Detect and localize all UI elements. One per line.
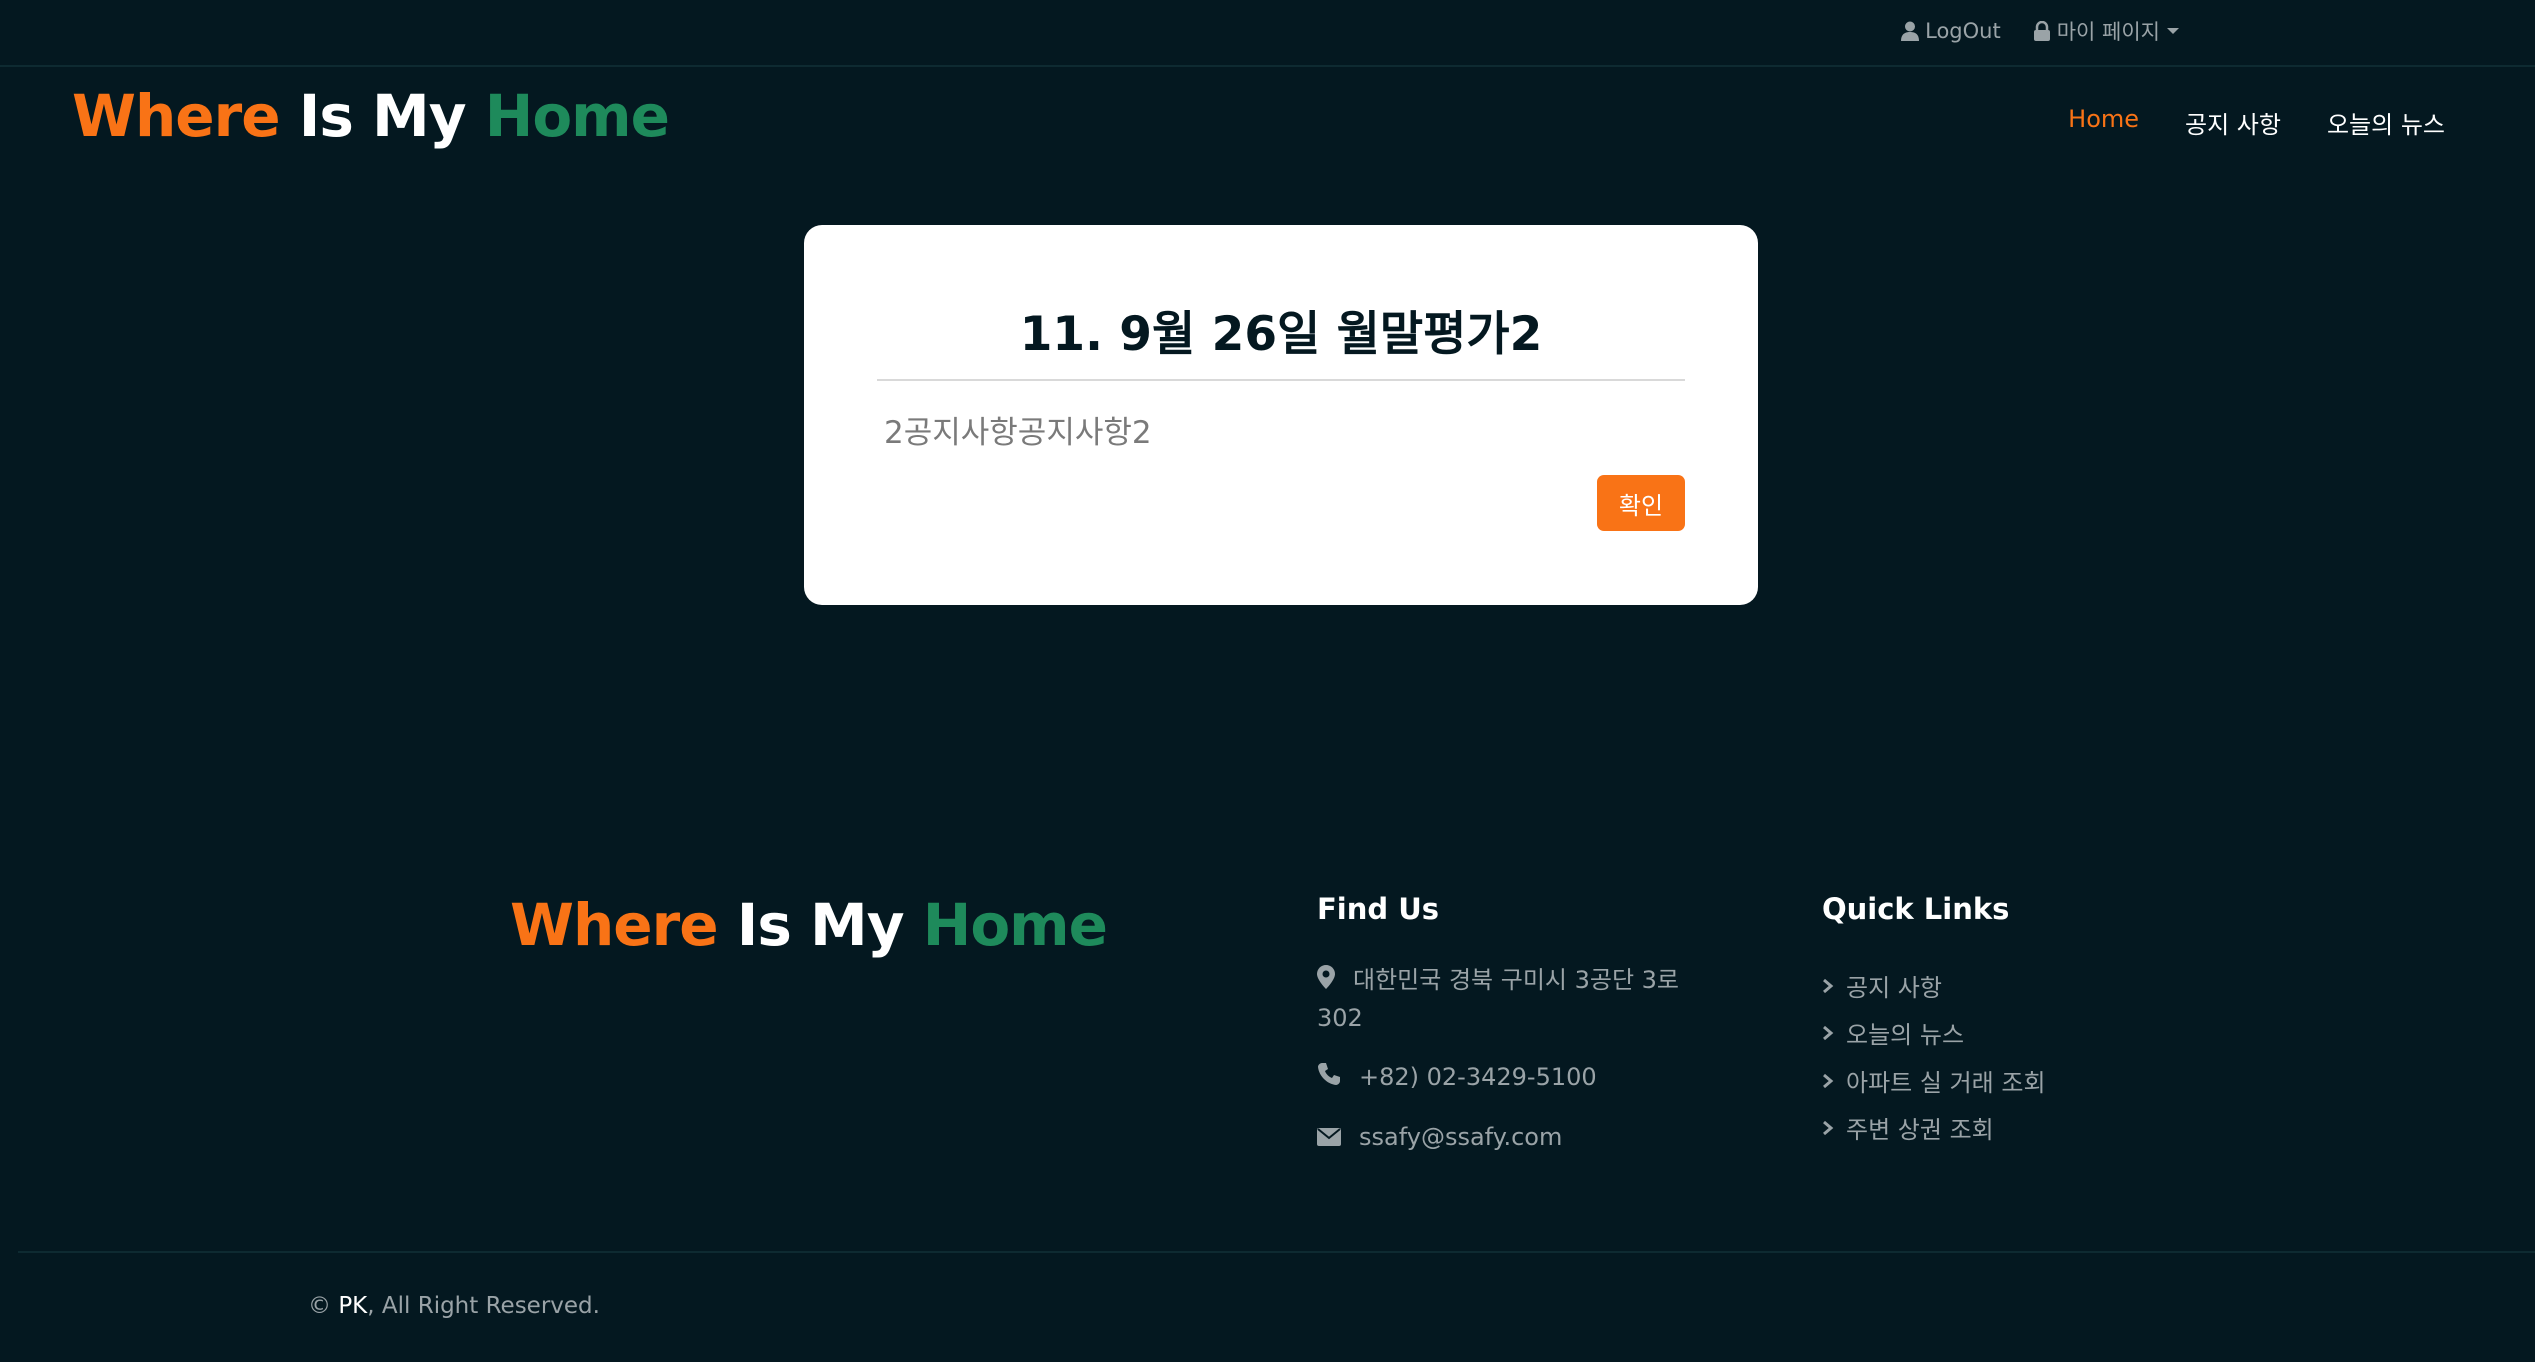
lock-icon: [2033, 21, 2051, 41]
quick-link-notice[interactable]: 공지 사항: [1822, 968, 1942, 1003]
nav-news[interactable]: 오늘의 뉴스: [2327, 105, 2445, 140]
notice-card: 11. 9월 26일 월말평가2 2공지사항공지사항2 확인: [804, 225, 1758, 605]
footer-address: 대한민국 경북 구미시 3공단 3로 302: [1317, 962, 1737, 1037]
quick-link-label: 공지 사항: [1846, 974, 1942, 1002]
phone-icon: [1317, 1060, 1341, 1097]
copyright-owner-link[interactable]: PK: [338, 1293, 367, 1319]
logout-link[interactable]: LogOut: [1901, 19, 2001, 43]
quick-link-commercial[interactable]: 주변 상권 조회: [1822, 1110, 1994, 1145]
logout-label: LogOut: [1925, 19, 2001, 43]
user-icon: [1901, 21, 1920, 41]
address-line1: 대한민국 경북 구미시 3공단 3로: [1353, 966, 1680, 994]
footer-brand-word-where: Where: [510, 891, 719, 959]
confirm-button[interactable]: 확인: [1597, 475, 1685, 531]
brand-word-home: Home: [484, 82, 670, 150]
footer-email: ssafy@ssafy.com: [1317, 1119, 1562, 1157]
nav-notice[interactable]: 공지 사항: [2185, 105, 2281, 140]
chevron-right-icon: [1822, 1114, 1834, 1142]
brand-word-is-my: Is My: [298, 82, 467, 150]
footer-brand-logo[interactable]: Where Is My Home: [510, 896, 1108, 954]
caret-down-icon: [2166, 26, 2180, 36]
map-marker-icon: [1317, 963, 1335, 1000]
footer-brand-word-home: Home: [922, 891, 1108, 959]
quick-link-label: 오늘의 뉴스: [1846, 1021, 1965, 1049]
quick-link-apartment[interactable]: 아파트 실 거래 조회: [1822, 1063, 2046, 1098]
address-line2: 302: [1317, 1003, 1363, 1032]
copyright: © PK, All Right Reserved.: [308, 1293, 600, 1319]
top-bar: LogOut 마이 페이지: [0, 0, 2535, 67]
footer-phone: +82) 02-3429-5100: [1317, 1059, 1597, 1097]
notice-divider: [877, 379, 1685, 381]
footer-divider: [18, 1251, 2535, 1253]
chevron-right-icon: [1822, 1019, 1834, 1047]
copyright-prefix: ©: [308, 1293, 339, 1319]
footer-brand-word-is-my: Is My: [736, 891, 905, 959]
quick-links-title: Quick Links: [1822, 892, 2010, 926]
top-bar-links: LogOut 마이 페이지: [1901, 16, 2180, 46]
chevron-right-icon: [1822, 1067, 1834, 1095]
phone-number: +82) 02-3429-5100: [1359, 1063, 1597, 1091]
brand-logo[interactable]: Where Is My Home: [72, 87, 670, 145]
main-navbar: Where Is My Home Home 공지 사항 오늘의 뉴스: [0, 67, 2535, 177]
chevron-right-icon: [1822, 972, 1834, 1000]
brand-word-where: Where: [72, 82, 281, 150]
notice-content: 2공지사항공지사항2: [884, 415, 1152, 451]
nav-home[interactable]: Home: [2068, 105, 2139, 140]
mypage-dropdown[interactable]: 마이 페이지: [2033, 16, 2180, 46]
nav-links: Home 공지 사항 오늘의 뉴스: [2068, 105, 2445, 140]
notice-title: 11. 9월 26일 월말평가2: [1019, 307, 1543, 362]
email-address: ssafy@ssafy.com: [1359, 1123, 1563, 1151]
find-us-title: Find Us: [1317, 892, 1440, 926]
quick-link-label: 아파트 실 거래 조회: [1846, 1069, 2046, 1097]
mypage-label: 마이 페이지: [2056, 20, 2160, 44]
envelope-icon: [1317, 1120, 1341, 1157]
copyright-suffix: , All Right Reserved.: [367, 1293, 600, 1319]
quick-link-news[interactable]: 오늘의 뉴스: [1822, 1015, 1964, 1050]
quick-link-label: 주변 상권 조회: [1846, 1116, 1994, 1144]
